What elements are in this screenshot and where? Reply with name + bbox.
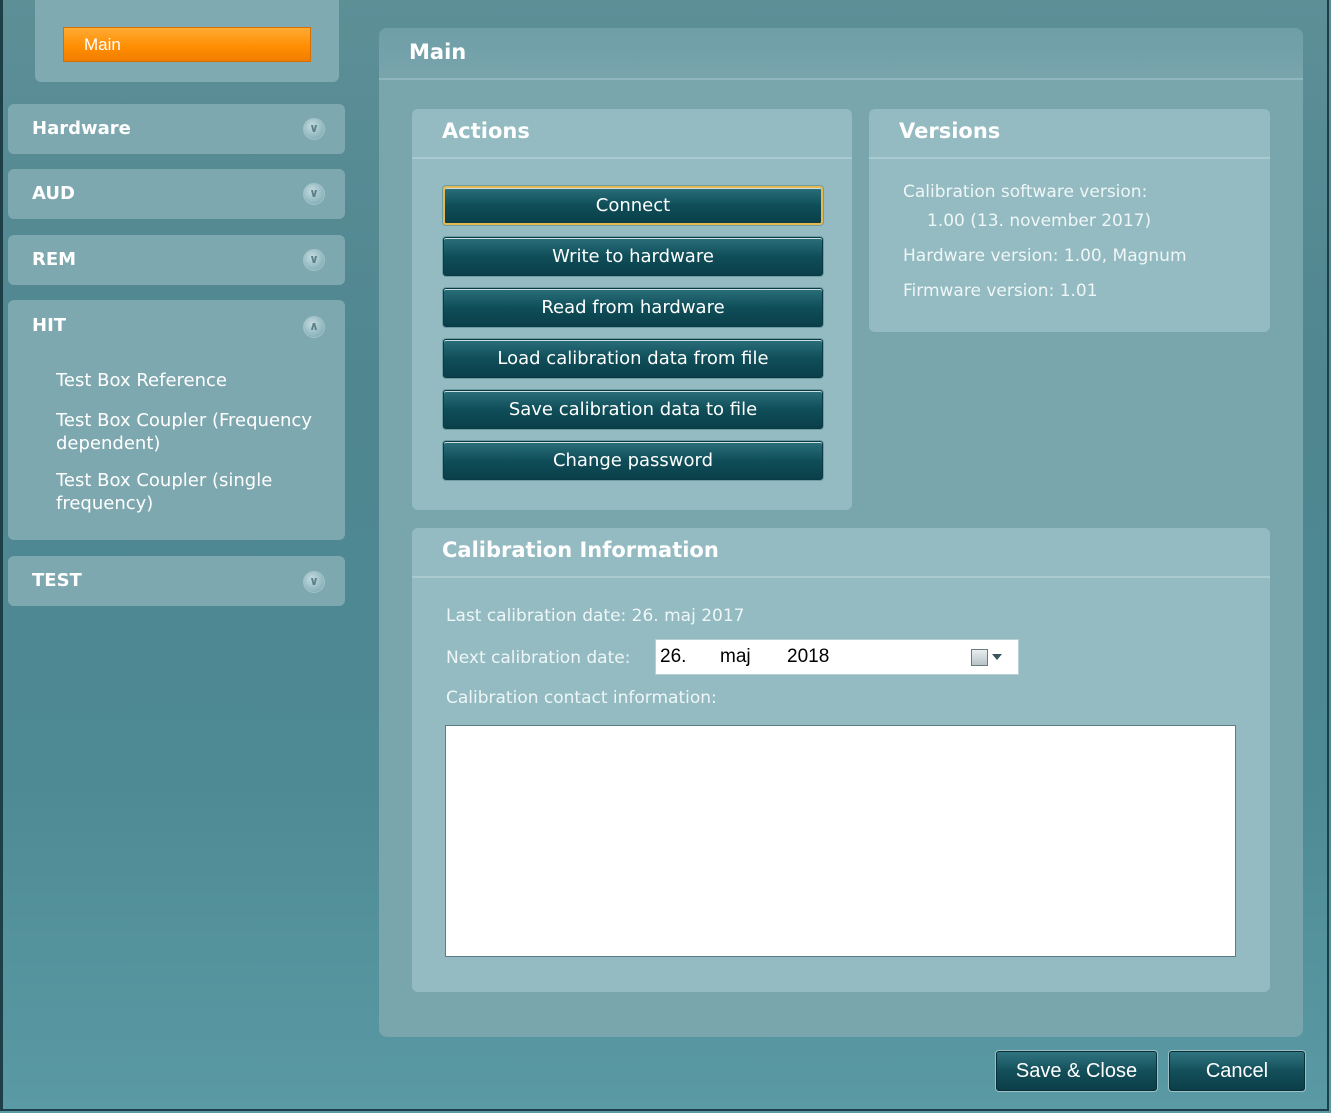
versions-panel: Versions Calibration software version: 1… [869,109,1270,332]
hardware-version: Hardware version: 1.00, Magnum [903,246,1187,266]
page-title: Main [409,40,467,64]
calibration-software-label: Calibration software version: [903,182,1148,202]
sidebar-group-aud[interactable]: AUD ∨ [8,169,345,219]
main-header: Main [379,28,1303,80]
calibration-software-value: 1.00 (13. november 2017) [927,211,1152,231]
chevron-up-icon[interactable]: ∧ [303,316,325,338]
cancel-button[interactable]: Cancel [1169,1051,1305,1091]
sidebar-item-test-box-coupler-frequency[interactable]: Test Box Coupler (Frequency dependent) [56,409,316,455]
next-calibration-label: Next calibration date: [446,648,631,668]
sidebar-group-hardware[interactable]: Hardware ∨ [8,104,345,154]
chevron-down-icon[interactable]: ∨ [303,118,325,140]
actions-title: Actions [442,119,530,143]
last-calibration-date: Last calibration date: 26. maj 2017 [446,606,745,626]
save-close-button[interactable]: Save & Close [996,1051,1157,1091]
sidebar-item-main[interactable]: Main [63,27,311,62]
chevron-down-icon[interactable]: ∨ [303,249,325,271]
versions-header: Versions [869,109,1270,159]
firmware-version: Firmware version: 1.01 [903,281,1098,301]
change-password-button[interactable]: Change password [443,441,823,480]
date-year[interactable]: 2018 [787,646,829,668]
write-to-hardware-button[interactable]: Write to hardware [443,237,823,276]
actions-header: Actions [412,109,852,159]
sidebar-group-title[interactable]: HIT [32,300,66,352]
sidebar-group-rem[interactable]: REM ∨ [8,235,345,285]
sidebar-group-hit: HIT ∧ Test Box Reference Test Box Couple… [8,300,345,540]
calendar-icon[interactable] [971,649,988,666]
sidebar-group-title: TEST [32,570,82,591]
next-calibration-date-picker[interactable]: 26. maj 2018 [655,639,1019,675]
versions-title: Versions [899,119,1001,143]
dropdown-arrow-icon[interactable] [992,654,1002,660]
load-calibration-button[interactable]: Load calibration data from file [443,339,823,378]
main-panel: Main Actions Connect Write to hardware R… [379,28,1303,1037]
sidebar-group-test[interactable]: TEST ∨ [8,556,345,606]
calibration-contact-textarea[interactable] [445,725,1236,957]
date-month[interactable]: maj [720,646,751,668]
sidebar-group-title: AUD [32,183,75,204]
sidebar-item-test-box-reference[interactable]: Test Box Reference [56,369,316,392]
sidebar-group-title: REM [32,249,77,270]
calibration-info-title: Calibration Information [442,538,719,562]
calibration-info-header: Calibration Information [412,528,1270,578]
chevron-down-icon[interactable]: ∨ [303,183,325,205]
sidebar-item-test-box-coupler-single[interactable]: Test Box Coupler (single frequency) [56,469,316,515]
connect-button[interactable]: Connect [443,186,823,225]
chevron-down-icon[interactable]: ∨ [303,571,325,593]
read-from-hardware-button[interactable]: Read from hardware [443,288,823,327]
save-calibration-button[interactable]: Save calibration data to file [443,390,823,429]
sidebar-group-title: Hardware [32,118,131,139]
actions-panel: Actions Connect Write to hardware Read f… [412,109,852,510]
calibration-contact-label: Calibration contact information: [446,688,717,708]
calibration-info-panel: Calibration Information Last calibration… [412,528,1270,992]
date-day[interactable]: 26. [660,646,686,668]
